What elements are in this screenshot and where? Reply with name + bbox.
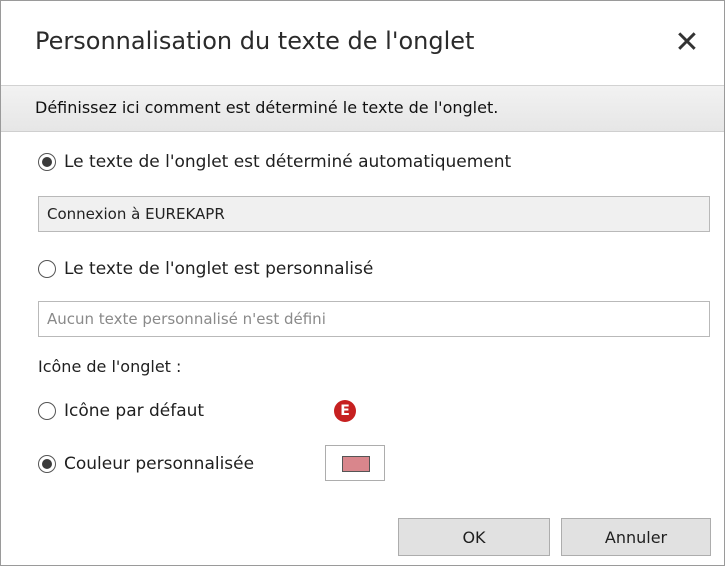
radio-default-icon[interactable]: Icône par défaut (38, 401, 204, 421)
radio-auto-text-circle[interactable] (38, 153, 56, 171)
radio-custom-color-label: Couleur personnalisée (64, 454, 255, 474)
auto-text-field[interactable] (38, 196, 710, 232)
radio-custom-text-circle[interactable] (38, 260, 56, 278)
e-letter-icon: E (334, 400, 356, 422)
ok-button[interactable]: OK (398, 518, 550, 556)
tab-text-dialog: Personnalisation du texte de l'onglet ✕ … (0, 0, 725, 566)
color-picker-button[interactable] (325, 445, 385, 481)
radio-default-icon-circle[interactable] (38, 402, 56, 420)
title-bar: Personnalisation du texte de l'onglet ✕ (1, 1, 724, 85)
radio-auto-text-label: Le texte de l'onglet est déterminé autom… (64, 152, 512, 172)
radio-custom-text[interactable]: Le texte de l'onglet est personnalisé (38, 259, 373, 279)
color-swatch (342, 456, 370, 472)
cancel-button[interactable]: Annuler (561, 518, 711, 556)
custom-text-input[interactable] (38, 301, 710, 337)
radio-custom-text-label: Le texte de l'onglet est personnalisé (64, 259, 374, 279)
close-icon[interactable]: ✕ (667, 23, 707, 63)
radio-selected-dot (42, 157, 52, 167)
radio-custom-color-circle[interactable] (38, 455, 56, 473)
radio-auto-text[interactable]: Le texte de l'onglet est déterminé autom… (38, 152, 511, 172)
dialog-title: Personnalisation du texte de l'onglet (35, 27, 475, 55)
tab-icon-section-label: Icône de l'onglet : (38, 357, 182, 376)
radio-default-icon-label: Icône par défaut (64, 401, 205, 421)
radio-selected-dot (42, 459, 52, 469)
radio-custom-color[interactable]: Couleur personnalisée (38, 454, 254, 474)
instruction-text: Définissez ici comment est déterminé le … (35, 98, 499, 117)
instruction-banner: Définissez ici comment est déterminé le … (1, 85, 724, 132)
